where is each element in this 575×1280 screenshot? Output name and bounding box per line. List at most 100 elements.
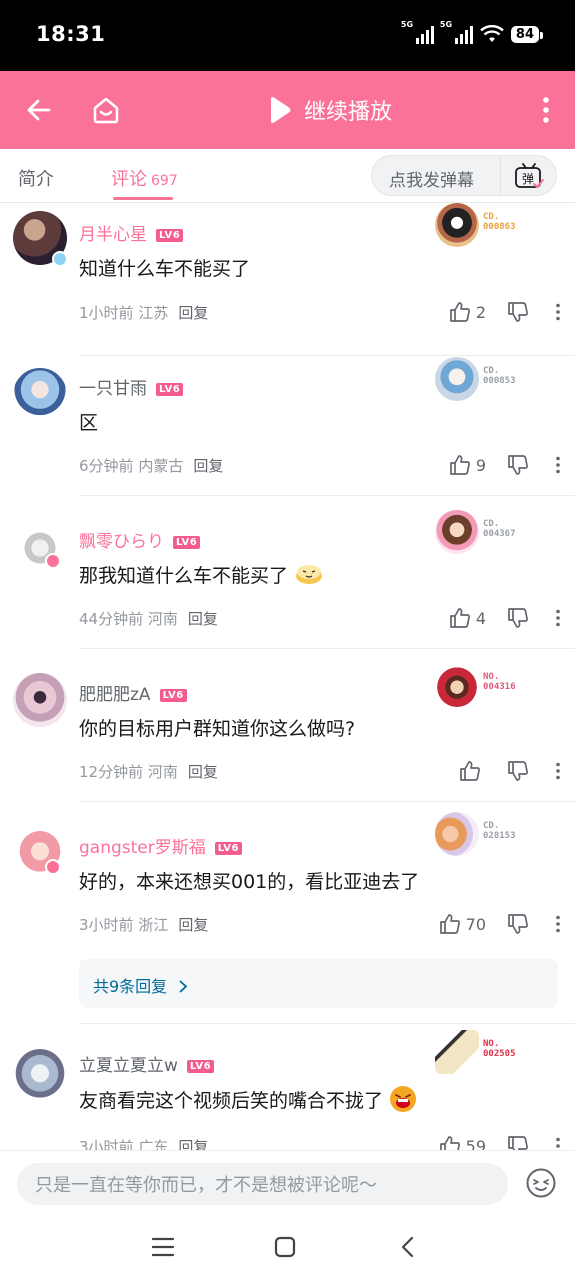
- comment-actions: 4: [449, 607, 561, 629]
- comment-meta: 6分钟前 内蒙古 回复: [79, 455, 223, 476]
- comment-time: 6分钟前: [79, 457, 134, 475]
- like-count: 4: [475, 608, 486, 628]
- dislike-button[interactable]: [507, 301, 529, 323]
- recent-apps-button[interactable]: [148, 1232, 178, 1262]
- level-badge: LV6: [173, 536, 201, 549]
- reply-button[interactable]: 回复: [178, 1138, 208, 1150]
- avatar[interactable]: [13, 521, 67, 575]
- username[interactable]: 月半心星 LV6: [79, 220, 184, 245]
- thumbs-up-icon: [439, 1136, 460, 1150]
- view-replies-button[interactable]: 共9条回复: [79, 959, 558, 1008]
- comment-meta: 44分钟前 河南 回复: [79, 608, 218, 629]
- comment-actions: 2: [449, 301, 561, 323]
- like-button[interactable]: 70: [439, 913, 486, 935]
- laughing-emoji-icon: [390, 1086, 417, 1112]
- status-icons: 5G 5G 84: [401, 20, 544, 44]
- cellular-signal-icon: 5G: [440, 20, 473, 44]
- comment-input[interactable]: 只是一直在等你而已，才不是想被评论呢～: [17, 1163, 508, 1205]
- home-system-button[interactable]: [270, 1232, 300, 1262]
- comment-location: 河南: [147, 763, 178, 781]
- reply-button[interactable]: 回复: [178, 304, 208, 322]
- play-icon: [271, 97, 291, 123]
- comment-meta: 3小时前 浙江 回复: [79, 914, 208, 935]
- like-button[interactable]: [459, 760, 486, 782]
- comment-actions: 59: [439, 1135, 561, 1150]
- like-button[interactable]: 2: [449, 301, 486, 323]
- reply-button[interactable]: 回复: [193, 457, 223, 475]
- danmaku-placeholder: 点我发弹幕: [389, 171, 474, 191]
- thumbs-up-icon: [449, 608, 470, 628]
- dislike-button[interactable]: [507, 1135, 529, 1150]
- home-button[interactable]: [87, 91, 125, 129]
- comment-more-button[interactable]: [555, 915, 561, 933]
- tab-comments[interactable]: 评论 697: [111, 165, 178, 191]
- comment-item: 一只甘雨 LV6 区 6分钟前 内蒙古 回复 9 CD. 000853: [0, 343, 575, 496]
- more-vertical-icon: [556, 915, 560, 933]
- comment-time: 1小时前: [79, 304, 134, 322]
- like-button[interactable]: 59: [439, 1135, 486, 1150]
- username[interactable]: 飘零ひらり LV6: [79, 527, 201, 552]
- danmaku-input[interactable]: 点我发弹幕 弹: [371, 155, 557, 196]
- username[interactable]: 一只甘雨 LV6: [79, 374, 184, 399]
- tab-comments-label: 评论: [111, 169, 147, 190]
- continue-play-label: 继续播放: [304, 100, 393, 125]
- comment-actions: [459, 760, 561, 782]
- thumbs-up-icon: [460, 761, 480, 781]
- like-button[interactable]: 9: [449, 454, 486, 476]
- danmaku-toggle-button[interactable]: 弹: [500, 156, 556, 195]
- fan-badge-image: [435, 1030, 479, 1074]
- continue-play-button[interactable]: 继续播放: [268, 89, 392, 131]
- level-badge: LV6: [156, 383, 184, 396]
- like-button[interactable]: 4: [449, 607, 486, 629]
- dislike-button[interactable]: [507, 913, 529, 935]
- more-options-button[interactable]: [527, 91, 565, 129]
- fan-badge-number: CD. 000863: [483, 212, 516, 232]
- avatar[interactable]: [13, 368, 67, 422]
- bread-emoji-icon: [296, 565, 323, 584]
- chevron-left-icon: [401, 1236, 414, 1258]
- username[interactable]: 肥肥肥zA LV6: [79, 680, 187, 705]
- comment-list[interactable]: 月半心星 LV6 知道什么车不能买了 1小时前 江苏 回复 2 CD. 000863…: [0, 203, 575, 1150]
- reply-button[interactable]: 回复: [188, 610, 218, 628]
- comment-meta: 3小时前 广东 回复: [79, 1136, 208, 1150]
- comment-more-button[interactable]: [555, 456, 561, 474]
- comment-more-button[interactable]: [555, 762, 561, 780]
- more-vertical-icon: [556, 1137, 560, 1148]
- fan-badge: NO. 002505: [435, 1030, 535, 1076]
- comment-text: 好的，本来还想买001的，看比亚迪去了: [79, 871, 420, 893]
- dislike-button[interactable]: [507, 454, 529, 476]
- comment-text: 知道什么车不能买了: [79, 258, 251, 280]
- active-tab-indicator: [113, 197, 173, 200]
- reply-button[interactable]: 回复: [178, 916, 208, 934]
- dislike-button[interactable]: [507, 760, 529, 782]
- comment-location: 广东: [138, 1138, 169, 1150]
- fan-badge: CD. 000853: [435, 357, 535, 403]
- comment-text: 友商看完这个视频后笑的嘴合不拢了: [79, 1085, 417, 1113]
- username[interactable]: gangster罗斯福 LV6: [79, 833, 242, 858]
- comment-text: 那我知道什么车不能买了: [79, 561, 324, 588]
- thumbs-down-icon: [508, 914, 528, 934]
- avatar[interactable]: [13, 673, 67, 727]
- back-system-button[interactable]: [392, 1232, 422, 1262]
- battery-indicator: 84: [510, 25, 544, 43]
- avatar[interactable]: [13, 827, 67, 881]
- dislike-button[interactable]: [507, 607, 529, 629]
- fan-badge: CD. 028153: [435, 812, 535, 858]
- emoji-button[interactable]: [525, 1167, 557, 1199]
- more-vertical-icon: [556, 303, 560, 321]
- comment-more-button[interactable]: [555, 1137, 561, 1150]
- username[interactable]: 立夏立夏立w LV6: [79, 1051, 215, 1076]
- comment-location: 浙江: [138, 916, 169, 934]
- comment-more-button[interactable]: [555, 609, 561, 627]
- tab-intro[interactable]: 简介: [18, 165, 54, 191]
- reply-button[interactable]: 回复: [188, 763, 218, 781]
- fan-badge-number: CD. 028153: [483, 821, 516, 841]
- like-count: 9: [475, 455, 486, 475]
- like-count: 59: [465, 1136, 486, 1151]
- back-button[interactable]: [20, 91, 58, 129]
- comment-item: 月半心星 LV6 知道什么车不能买了 1小时前 江苏 回复 2 CD. 000863: [0, 203, 575, 356]
- comment-more-button[interactable]: [555, 303, 561, 321]
- thumbs-up-icon: [449, 455, 470, 475]
- avatar[interactable]: [13, 1049, 67, 1103]
- comment-text: 区: [79, 412, 99, 434]
